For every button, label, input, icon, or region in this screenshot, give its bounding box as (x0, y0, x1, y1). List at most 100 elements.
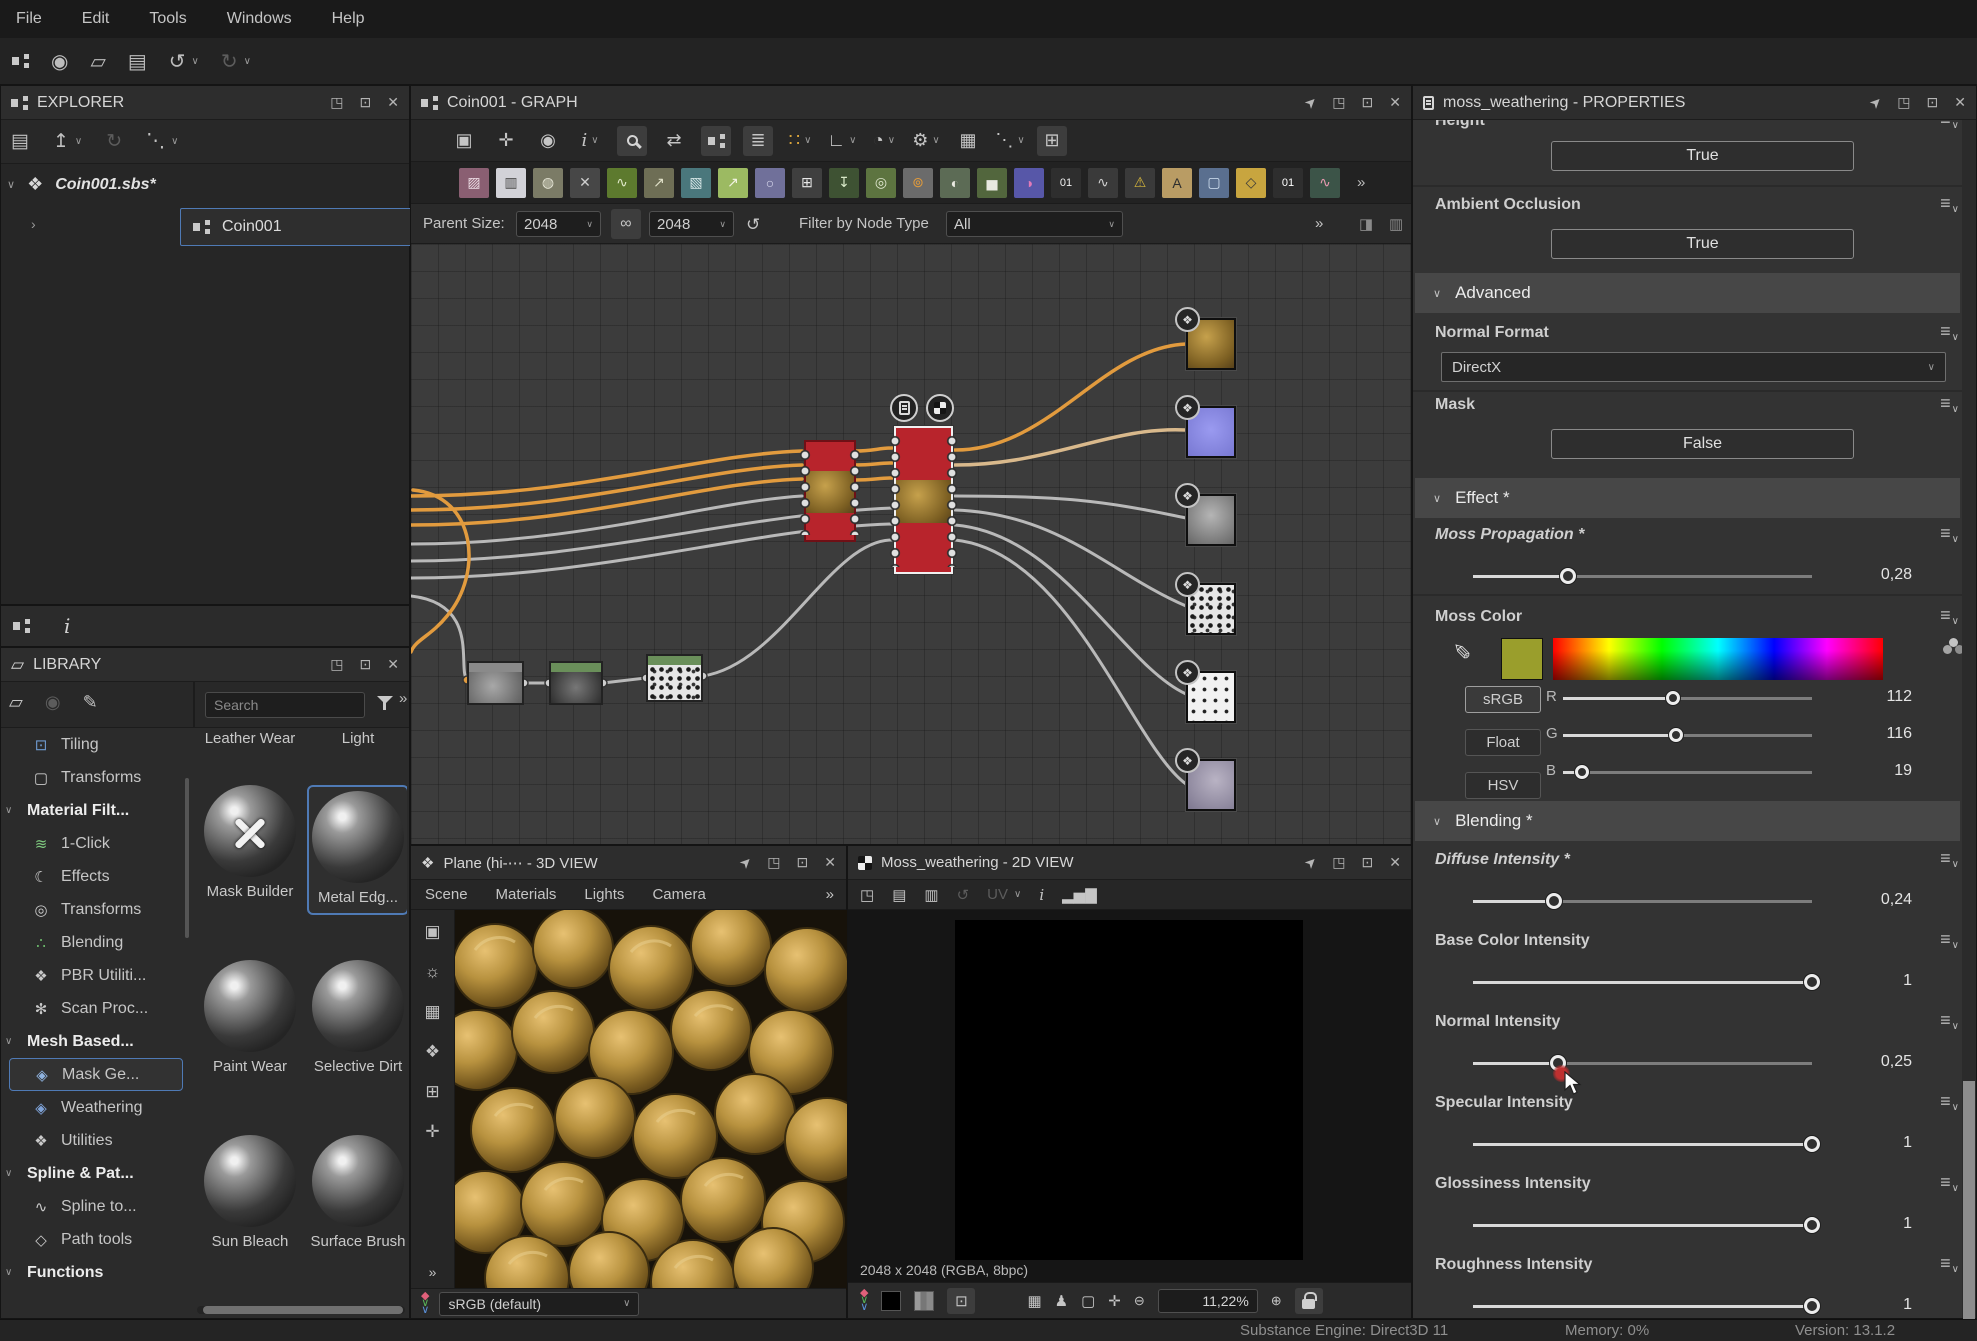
save-icon[interactable]: ▤ (11, 130, 29, 153)
close-icon[interactable]: ✕ (1954, 94, 1966, 111)
float-icon[interactable]: ◳ (767, 854, 780, 871)
preview-mode-icon[interactable]: ◨ (1359, 215, 1373, 233)
node-type-filter-select[interactable]: All∨ (946, 211, 1123, 237)
output-node-basecolor[interactable]: ❖ (1186, 318, 1236, 370)
info-icon[interactable]: i (64, 614, 70, 638)
colorspace-select[interactable]: sRGB (default)∨ (439, 1292, 639, 1316)
link-sizes-icon[interactable]: ∞ (611, 209, 641, 239)
slider-handle[interactable] (1546, 893, 1562, 909)
slider-handle[interactable] (1666, 691, 1680, 705)
preview-split-icon[interactable]: ▥ (1389, 215, 1403, 233)
float-icon[interactable]: ◳ (330, 656, 343, 673)
slider-handle[interactable] (1804, 974, 1820, 990)
library-category-scan-proc[interactable]: ✻Scan Proc... (1, 992, 193, 1025)
eyedropper-icon[interactable]: ✐ (1451, 642, 1477, 660)
material-icon[interactable]: ▦ (424, 1002, 440, 1022)
preset-menu-icon[interactable]: ≡∨ (1940, 932, 1958, 950)
menu-tools[interactable]: Tools (149, 10, 186, 28)
graph-canvas[interactable]: ❖ ❖ ❖ ❖ ❖ ❖ (411, 244, 1411, 844)
background-swatch[interactable] (881, 1291, 901, 1311)
hue-gradient-bar[interactable] (1553, 638, 1883, 680)
preset-menu-icon[interactable]: ≡∨ (1940, 1013, 1958, 1031)
export-view-icon[interactable]: ◳ (860, 886, 874, 904)
preset-menu-icon[interactable]: ≡∨ (1940, 1094, 1958, 1112)
maximize-icon[interactable]: ⊡ (360, 94, 372, 111)
menu-edit[interactable]: Edit (82, 10, 110, 28)
float-icon[interactable]: ◳ (1332, 854, 1345, 871)
output-node-normal[interactable]: ❖ (1186, 406, 1236, 458)
preset-menu-icon[interactable]: ≡∨ (1940, 1175, 1958, 1193)
add-package-icon[interactable]: ◉ (45, 692, 61, 713)
preset-menu-icon[interactable]: ≡∨ (1940, 1256, 1958, 1274)
actual-size-icon[interactable]: ✛ (491, 126, 521, 156)
reload-icon[interactable]: ↻ (106, 130, 122, 153)
slider-handle[interactable] (1575, 765, 1589, 779)
library-category-transforms[interactable]: ◎Transforms (1, 893, 193, 926)
transform-view-icon[interactable]: ↺ (957, 886, 970, 904)
new-substance-icon[interactable] (12, 54, 29, 68)
graph-node-grayscale[interactable] (467, 661, 524, 705)
preset-menu-icon[interactable]: ≡∨ (1940, 526, 1958, 544)
fxmap-node-icon[interactable]: ∿ (1310, 168, 1340, 198)
ao-toggle-button[interactable]: True (1551, 229, 1854, 259)
parent-size-height-select[interactable]: 2048∨ (649, 211, 734, 237)
library-category-weathering[interactable]: ◈Weathering (1, 1091, 193, 1124)
zoom-in-icon[interactable]: ⊕ (1271, 1293, 1282, 1309)
library-asset-surface-brush[interactable]: Surface Brush (307, 1135, 407, 1251)
spline-node-icon[interactable]: ∿ (1088, 168, 1118, 198)
close-icon[interactable]: ✕ (1389, 94, 1401, 111)
gizmo-icon[interactable]: ✛ (425, 1122, 439, 1142)
image-node-icon[interactable]: ▨ (459, 168, 489, 198)
slider-track[interactable] (1473, 1224, 1812, 1227)
library-category-tiling[interactable]: ⊡Tiling (1, 728, 193, 761)
undo-icon[interactable]: ↺∨ (169, 49, 199, 74)
text-node-icon[interactable]: A (1162, 168, 1192, 198)
color-wheel-icon[interactable] (1949, 638, 1958, 647)
tiling-swatch[interactable] (914, 1291, 934, 1311)
library-asset-light[interactable]: Light (307, 730, 407, 748)
info-icon[interactable]: i (1039, 886, 1044, 904)
slider-track[interactable] (1473, 981, 1812, 984)
float-icon[interactable]: ◳ (1897, 94, 1910, 111)
preset-menu-icon[interactable]: ≡∨ (1940, 324, 1958, 342)
slider-track[interactable] (1473, 1062, 1812, 1065)
pin-icon[interactable]: ➤ (1300, 852, 1320, 872)
geometry-icon[interactable]: ❖ (425, 1042, 440, 1062)
slider-track[interactable] (1563, 697, 1812, 700)
library-category-material-filt[interactable]: Material Filt... (1, 794, 193, 827)
library-category-transforms[interactable]: ▢Transforms (1, 761, 193, 794)
graph-node-dirt[interactable] (549, 661, 603, 705)
add-folder-icon[interactable]: ▱ (9, 692, 23, 713)
overflow-icon[interactable]: » (399, 690, 407, 707)
absolute-size-badge[interactable] (926, 394, 954, 422)
close-icon[interactable]: ✕ (387, 656, 399, 673)
preset-menu-icon[interactable]: ≡∨ (1940, 608, 1958, 626)
preset-menu-icon[interactable]: ≡∨ (1940, 851, 1958, 869)
preset-menu-icon[interactable]: ≡∨ (1940, 196, 1958, 214)
blend-node-icon[interactable]: ▥ (496, 168, 526, 198)
preset-menu-icon[interactable]: ≡∨ (1940, 396, 1958, 414)
library-category-effects[interactable]: ☾Effects (1, 860, 193, 893)
slider-handle[interactable] (1560, 568, 1576, 584)
slider-track[interactable] (1473, 1305, 1812, 1308)
height-toggle-button[interactable]: True (1551, 141, 1854, 171)
node-mode-icon[interactable] (701, 126, 731, 156)
snap-grid-icon[interactable]: ⊞ (1037, 126, 1067, 156)
save-icon[interactable]: ▤ (128, 49, 147, 74)
library-asset-sun-bleach[interactable]: Sun Bleach (199, 1135, 301, 1251)
tree-item-graph[interactable]: Coin001 (180, 208, 427, 246)
warning-node-icon[interactable]: ⚠ (1125, 168, 1155, 198)
output-node-ao[interactable]: ❖ (1186, 759, 1236, 811)
maximize-icon[interactable]: ⊡ (1362, 854, 1374, 871)
slider-handle[interactable] (1804, 1136, 1820, 1152)
library-asset-leather-wear[interactable]: Leather Wear (199, 730, 301, 748)
graph-node-moss-weathering[interactable] (894, 426, 953, 574)
maximize-icon[interactable]: ⊡ (797, 854, 809, 871)
library-category-blending[interactable]: ∴Blending (1, 926, 193, 959)
display-icon[interactable]: ▣ (424, 922, 440, 942)
slider-handle[interactable] (1804, 1298, 1820, 1314)
transform-node-icon[interactable]: ↗ (718, 168, 748, 198)
pin-icon[interactable]: ➤ (1865, 92, 1885, 112)
zoom-out-icon[interactable]: ⊖ (1134, 1293, 1145, 1309)
section-advanced[interactable]: ∨ Advanced (1415, 273, 1960, 313)
